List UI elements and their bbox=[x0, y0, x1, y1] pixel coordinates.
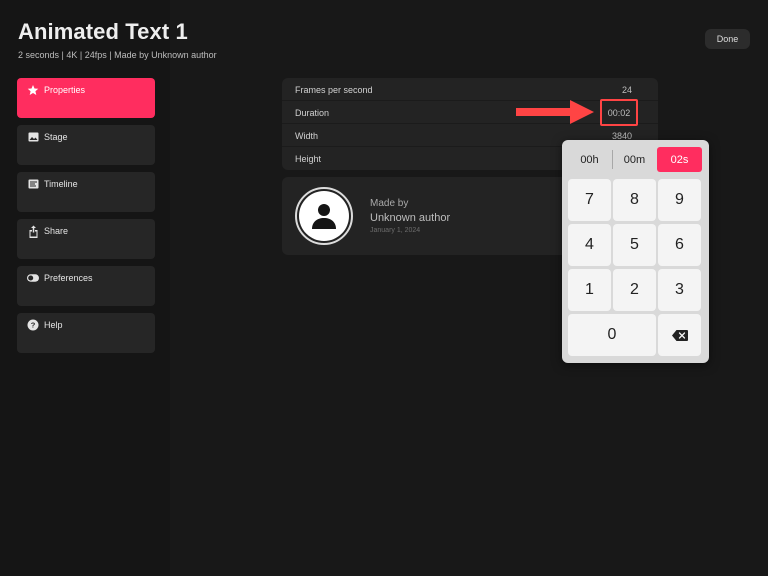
sidebar-item-share[interactable]: Share bbox=[17, 219, 155, 259]
share-icon bbox=[27, 225, 39, 238]
arrow-right-icon bbox=[516, 100, 594, 124]
key-5[interactable]: 5 bbox=[613, 224, 656, 266]
key-0[interactable]: 0 bbox=[568, 314, 656, 356]
key-9[interactable]: 9 bbox=[658, 179, 701, 221]
duration-keypad: 00h 00m 02s 7 8 9 4 5 6 1 2 3 0 bbox=[562, 140, 709, 363]
author-date: January 1, 2024 bbox=[370, 227, 421, 234]
person-icon bbox=[312, 204, 336, 229]
key-8[interactable]: 8 bbox=[613, 179, 656, 221]
sidebar: Properties Stage Timeline Share Preferen… bbox=[17, 78, 155, 360]
duration-value-field[interactable]: 00:02 bbox=[600, 99, 638, 126]
key-4[interactable]: 4 bbox=[568, 224, 611, 266]
page-subtitle: 2 seconds | 4K | 24fps | Made by Unknown… bbox=[18, 50, 217, 60]
minutes-segment[interactable]: 00m bbox=[614, 147, 655, 172]
property-label: Width bbox=[295, 131, 319, 141]
sidebar-item-label: Share bbox=[44, 226, 69, 236]
key-2[interactable]: 2 bbox=[613, 269, 656, 311]
sidebar-item-timeline[interactable]: Timeline bbox=[17, 172, 155, 212]
segment-divider bbox=[612, 150, 613, 169]
help-icon: ? bbox=[27, 319, 39, 331]
sidebar-item-help[interactable]: ? Help bbox=[17, 313, 155, 353]
done-button[interactable]: Done bbox=[705, 29, 750, 49]
toggle-icon bbox=[27, 272, 39, 284]
made-by-label: Made by bbox=[370, 198, 409, 209]
backspace-icon bbox=[671, 329, 688, 341]
timeline-icon bbox=[27, 178, 39, 190]
key-6[interactable]: 6 bbox=[658, 224, 701, 266]
author-name: Unknown author bbox=[370, 212, 451, 224]
star-icon bbox=[27, 84, 39, 96]
key-3[interactable]: 3 bbox=[658, 269, 701, 311]
hours-segment[interactable]: 00h bbox=[568, 147, 611, 172]
backspace-key[interactable] bbox=[658, 314, 701, 356]
property-row-fps[interactable]: Frames per second 24 bbox=[282, 78, 658, 101]
seconds-segment[interactable]: 02s bbox=[657, 147, 702, 172]
sidebar-item-label: Stage bbox=[44, 132, 68, 142]
key-7[interactable]: 7 bbox=[568, 179, 611, 221]
property-label: Frames per second bbox=[295, 85, 373, 95]
image-icon bbox=[27, 131, 39, 143]
sidebar-item-preferences[interactable]: Preferences bbox=[17, 266, 155, 306]
sidebar-item-label: Timeline bbox=[44, 179, 78, 189]
sidebar-item-label: Help bbox=[44, 320, 63, 330]
property-label: Duration bbox=[295, 108, 330, 118]
sidebar-item-label: Properties bbox=[44, 85, 86, 95]
sidebar-item-label: Preferences bbox=[44, 273, 93, 283]
sidebar-item-properties[interactable]: Properties bbox=[17, 78, 155, 118]
property-label: Height bbox=[295, 154, 322, 164]
svg-text:?: ? bbox=[31, 321, 36, 330]
sidebar-item-stage[interactable]: Stage bbox=[17, 125, 155, 165]
property-value: 24 bbox=[621, 85, 632, 95]
page-title: Animated Text 1 bbox=[18, 19, 188, 44]
key-1[interactable]: 1 bbox=[568, 269, 611, 311]
avatar bbox=[295, 187, 353, 245]
